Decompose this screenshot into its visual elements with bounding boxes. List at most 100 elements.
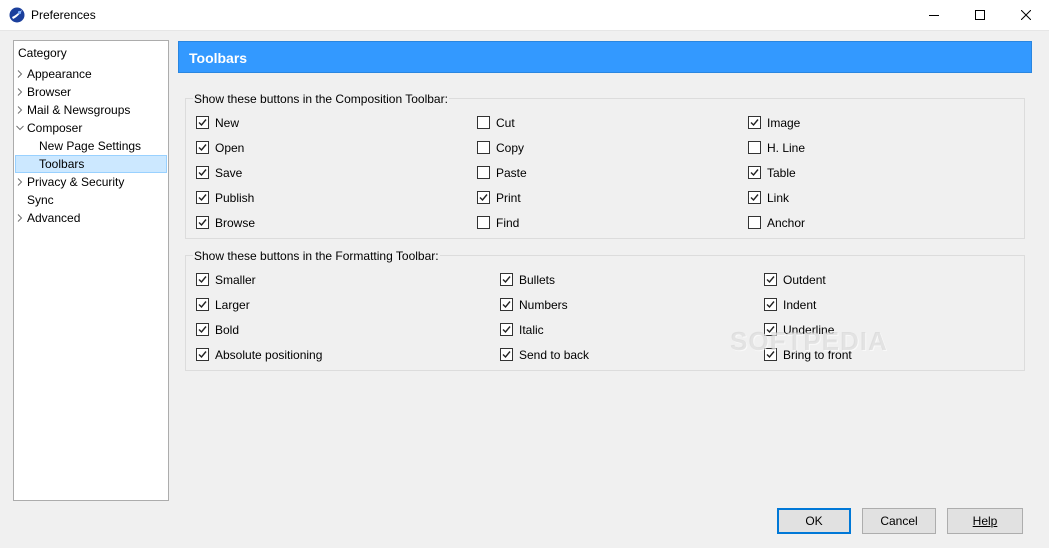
checkbox-open[interactable]: Open [196,140,396,156]
checkbox-table[interactable]: Table [748,165,948,181]
checkbox-label: Outdent [783,273,826,287]
minimize-icon [929,15,939,16]
formatting-toolbar-group: Show these buttons in the Formatting Too… [185,248,1025,371]
checkbox-new[interactable]: New [196,115,396,131]
checkbox-find[interactable]: Find [477,215,677,231]
checkbox-box[interactable] [500,323,513,336]
chevron-right-icon[interactable] [16,214,24,222]
checkbox-outdent[interactable]: Outdent [764,272,964,288]
cancel-button[interactable]: Cancel [862,508,936,534]
checkbox-paste[interactable]: Paste [477,165,677,181]
checkbox-image[interactable]: Image [748,115,948,131]
sidebar-item-advanced[interactable]: Advanced [15,209,165,227]
checkbox-save[interactable]: Save [196,165,396,181]
checkbox-box[interactable] [748,191,761,204]
checkbox-box[interactable] [477,191,490,204]
checkbox-box[interactable] [196,116,209,129]
checkmark-icon [198,219,207,227]
composition-toolbar-group: Show these buttons in the Composition To… [185,91,1025,239]
checkbox-box[interactable] [477,116,490,129]
checkbox-box[interactable] [500,298,513,311]
checkbox-box[interactable] [764,273,777,286]
checkmark-icon [750,194,759,202]
checkbox-h-line[interactable]: H. Line [748,140,948,156]
checkbox-publish[interactable]: Publish [196,190,396,206]
checkbox-box[interactable] [196,141,209,154]
sidebar-item-composer[interactable]: Composer [15,119,165,137]
checkbox-box[interactable] [196,191,209,204]
checkbox-label: Find [496,216,520,230]
sidebar-item-privacy-security[interactable]: Privacy & Security [15,173,165,191]
checkbox-label: Link [767,191,790,205]
chevron-right-icon[interactable] [16,178,24,186]
ok-button[interactable]: OK [777,508,851,534]
checkbox-label: Bold [215,323,240,337]
checkbox-indent[interactable]: Indent [764,297,964,313]
chevron-right-icon[interactable] [16,106,24,114]
category-heading: Category [18,46,67,60]
checkbox-box[interactable] [196,298,209,311]
sidebar-item-label: Browser [27,85,72,99]
checkmark-icon [750,119,759,127]
sidebar-item-mail-newsgroups[interactable]: Mail & Newsgroups [15,101,165,119]
checkbox-box[interactable] [477,141,490,154]
checkbox-box[interactable] [477,166,490,179]
checkbox-label: Italic [519,323,544,337]
minimize-button[interactable] [911,0,957,31]
checkbox-box[interactable] [196,323,209,336]
chevron-right-icon[interactable] [16,70,24,78]
checkbox-absolute-positioning[interactable]: Absolute positioning [196,347,396,363]
sidebar-item-label: Appearance [27,67,92,81]
checkbox-box[interactable] [196,166,209,179]
checkbox-box[interactable] [748,166,761,179]
checkbox-box[interactable] [748,216,761,229]
checkmark-icon [502,301,511,309]
help-button[interactable]: Help [947,508,1023,534]
checkbox-box[interactable] [764,298,777,311]
checkbox-box[interactable] [748,116,761,129]
checkbox-copy[interactable]: Copy [477,140,677,156]
checkmark-icon [750,169,759,177]
sidebar-item-browser[interactable]: Browser [15,83,165,101]
checkmark-icon [198,144,207,152]
sidebar-item-new-page-settings[interactable]: New Page Settings [15,137,165,155]
checkbox-italic[interactable]: Italic [500,322,700,338]
checkbox-box[interactable] [196,348,209,361]
maximize-button[interactable] [957,0,1003,31]
chevron-down-icon[interactable] [16,124,24,132]
checkmark-icon [198,326,207,334]
checkbox-browse[interactable]: Browse [196,215,396,231]
sidebar-item-label: Sync [27,193,54,207]
checkbox-print[interactable]: Print [477,190,677,206]
checkbox-numbers[interactable]: Numbers [500,297,700,313]
page-title-banner: Toolbars [178,41,1032,73]
checkbox-box[interactable] [196,273,209,286]
sidebar-item-toolbars[interactable]: Toolbars [15,155,167,173]
sidebar-item-appearance[interactable]: Appearance [15,65,165,83]
checkbox-send-to-back[interactable]: Send to back [500,347,700,363]
checkbox-box[interactable] [477,216,490,229]
checkbox-cut[interactable]: Cut [477,115,677,131]
checkbox-larger[interactable]: Larger [196,297,396,313]
checkbox-label: Copy [496,141,525,155]
checkmark-icon [502,326,511,334]
checkbox-smaller[interactable]: Smaller [196,272,396,288]
checkbox-link[interactable]: Link [748,190,948,206]
checkbox-box[interactable] [196,216,209,229]
checkmark-icon [766,276,775,284]
checkbox-box[interactable] [500,273,513,286]
checkmark-icon [198,169,207,177]
checkbox-box[interactable] [748,141,761,154]
close-button[interactable] [1003,0,1049,31]
close-icon [1021,10,1031,20]
checkbox-box[interactable] [500,348,513,361]
window-title: Preferences [31,8,96,22]
category-tree[interactable]: Category Appearance Browser Mail & Newsgro… [13,40,169,501]
checkbox-bold[interactable]: Bold [196,322,396,338]
checkbox-label: Indent [783,298,817,312]
checkbox-bullets[interactable]: Bullets [500,272,700,288]
sidebar-item-sync[interactable]: Sync [15,191,165,209]
chevron-right-icon[interactable] [16,88,24,96]
checkbox-label: Table [767,166,796,180]
checkbox-anchor[interactable]: Anchor [748,215,948,231]
